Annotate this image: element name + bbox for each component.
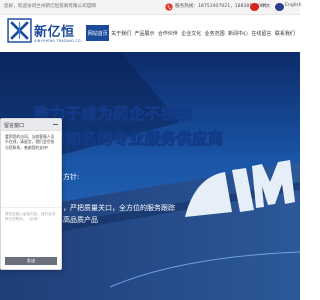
phone-icon [165,3,173,11]
logo-english: XINYIHENG TRADING CO. [34,39,83,43]
nav-item-about[interactable]: 关于我们 [109,25,132,41]
send-button[interactable]: 发送 [5,257,57,265]
lang-english-link[interactable]: English [285,3,302,8]
nav-item-products[interactable]: 产品展示 [133,25,156,41]
chat-header[interactable]: 留言窗口 [1,119,61,131]
nav-item-culture[interactable]: 企业文化 [180,25,203,41]
banner-headline-2: 领域知名的专业服务供应商 [34,130,224,149]
chat-widget: 留言窗口 看到您的访问，当前客服人员不在线，请留言，我们会尽快与您联系，感谢您的… [0,118,62,270]
banner-line-3: 高品质产品 [63,216,98,224]
top-bar: 您好，欢迎访问兰州新亿恒贸易有限公司官网 服务热线：18751907021，18… [0,0,302,15]
logo-name[interactable]: 新亿恒 [34,21,75,40]
chat-input[interactable]: 请在此输入留言内容，我们会尽快与您联系。（必填） [1,207,61,254]
welcome-text: 您好，欢迎访问兰州新亿恒贸易有限公司官网 [4,4,96,9]
nav-item-news[interactable]: 新闻中心 [226,25,249,41]
nav-item-business[interactable]: 业务范围 [203,25,226,41]
chat-title: 留言窗口 [4,122,25,129]
banner-line-1: 方针: [63,173,80,181]
lang-chinese-link[interactable]: 中文 [261,3,270,9]
nav-item-contact[interactable]: 联系我们 [273,25,296,41]
uk-flag-icon[interactable] [275,3,284,11]
site-header: 新亿恒 XINYIHENG TRADING CO. 网站首页 关于我们 产品展示… [0,15,300,52]
logo-mark-icon[interactable] [7,18,32,43]
banner-line-2: ，严把质量关口，全方位的服务跟踪 [63,204,175,212]
china-flag-icon[interactable] [250,3,259,11]
main-nav: 网站首页 关于我们 产品展示 合作伙伴 企业文化 业务范围 新闻中心 在线留言 … [86,25,297,41]
nav-item-message[interactable]: 在线留言 [250,25,273,41]
chat-message: 看到您的访问，当前客服人员不在线，请留言，我们会尽快与您联系，感谢您的支持！ [5,134,55,150]
nav-item-home[interactable]: 网站首页 [86,25,110,41]
chat-input-placeholder: 请在此输入留言内容，我们会尽快与您联系。（必填） [5,212,56,222]
minimize-icon[interactable] [53,124,58,125]
nav-item-partners[interactable]: 合作伙伴 [156,25,179,41]
